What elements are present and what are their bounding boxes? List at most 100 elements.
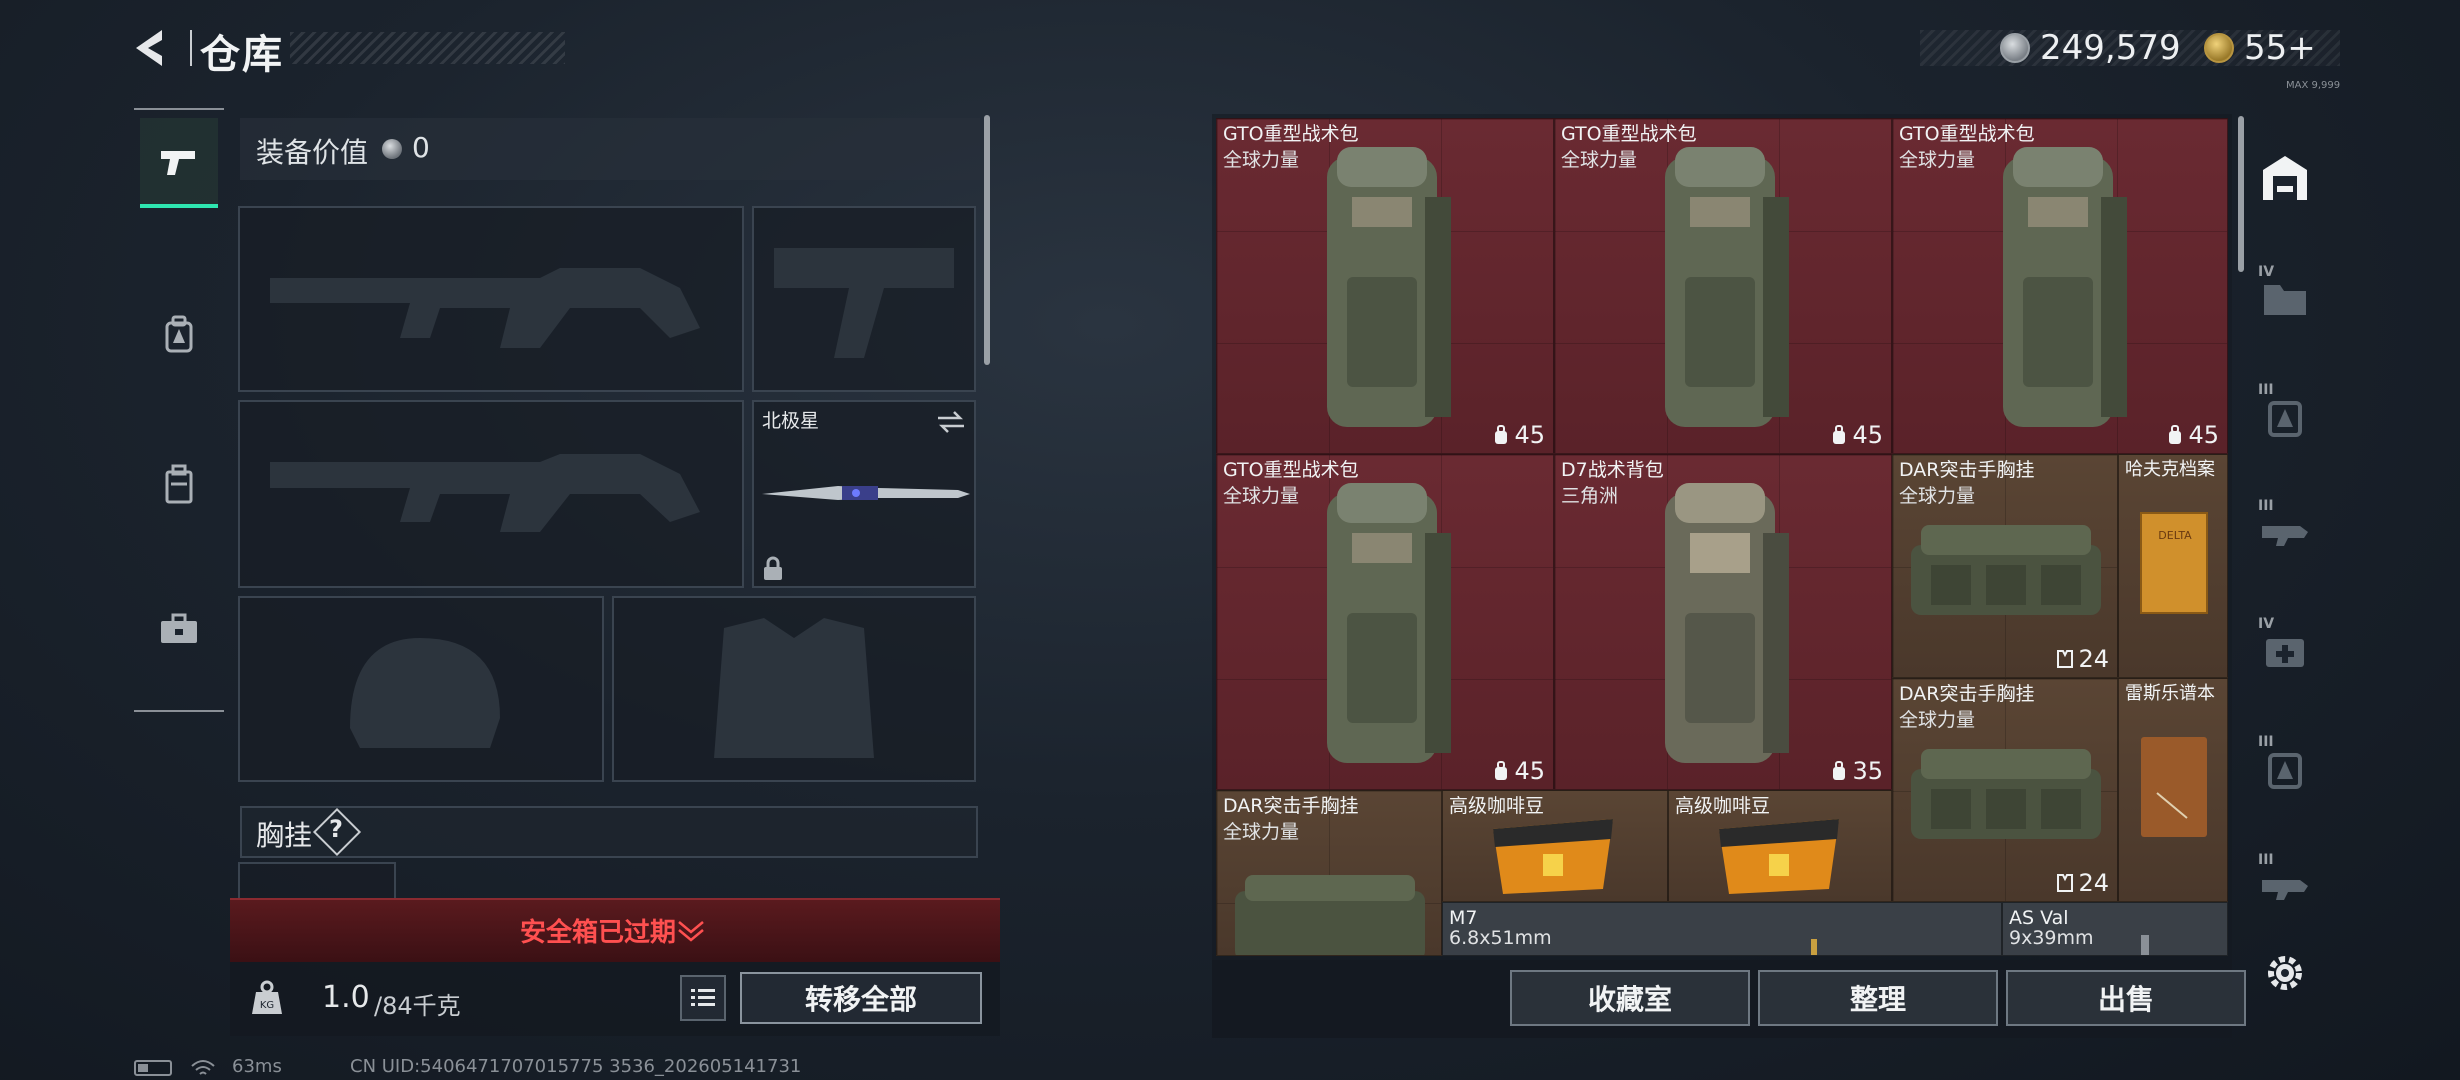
back-arrow-icon [136,30,162,66]
backpack-icon [1327,147,1451,427]
tab-tier-label: III [2258,852,2274,868]
warehouse-item[interactable]: GTO重型战术包 全球力量 45 [1554,118,1892,454]
weight-capacity: /84千克 [374,992,461,1020]
side-tab-tier3-backpack-2[interactable]: III [2250,718,2320,818]
item-name: GTO重型战术包 [1223,123,1359,145]
folder-icon [2264,285,2306,315]
organize-button[interactable]: 整理 [1758,970,1998,1026]
side-tab-tier3-weapon[interactable]: III [2250,482,2320,582]
battery-icon [134,1060,172,1076]
warehouse-grid[interactable]: GTO重型战术包 全球力量 45 GTO重型战术包 全球力量 45 GTO重型战… [1216,118,2228,956]
warehouse-item[interactable]: 高级咖啡豆 [1442,790,1668,902]
armor-slot[interactable] [612,596,976,782]
swap-icon[interactable] [936,410,966,434]
melee-name: 北极星 [762,410,820,432]
equipment-value: 0 [412,131,430,164]
nav-tab-backpack[interactable] [140,290,218,380]
side-tab-storage[interactable] [2250,128,2320,228]
vest-slot-icon [2057,650,2074,668]
warehouse-item[interactable]: GTO重型战术包 全球力量 45 [1216,118,1554,454]
item-tag: 全球力量 [1223,149,1300,171]
item-name: GTO重型战术包 [1561,123,1697,145]
nav-tab-toolbox[interactable] [140,584,218,674]
item-name: DAR突击手胸挂 [1899,683,2035,705]
warehouse-item[interactable]: M7 6.8x51mm [1442,902,2002,956]
chest-rig-label: 胸挂 [256,819,313,852]
backpack-icon [2268,753,2302,789]
ping-value: 63ms [232,1056,282,1077]
pistol-icon [161,151,195,175]
title-divider [190,30,192,66]
side-tab-tier4-medkit[interactable]: IV [2250,600,2320,700]
nav-tab-weapons[interactable] [140,118,218,208]
warehouse-item[interactable]: 雷斯乐谱本 [2118,678,2228,902]
currency-cap-note: MAX 9,999 [2286,80,2341,91]
side-tab-tier3-backpack[interactable]: III [2250,366,2320,466]
capacity-icon [2169,425,2182,444]
primary-weapon-slot[interactable] [238,206,744,392]
capacity-icon [1495,425,1508,444]
capacity-badge: 45 [2166,421,2219,449]
lock-icon [764,556,782,580]
ammo-icon [1811,939,1817,955]
warehouse-item[interactable]: DAR突击手胸挂 全球力量 24 [1892,454,2118,678]
collection-room-button[interactable]: 收藏室 [1510,970,1750,1026]
melee-slot[interactable]: 北极星 [752,400,976,588]
list-view-button[interactable] [680,975,726,1021]
item-tag: 6.8x51mm [1449,927,1552,949]
pistol-slot[interactable] [752,206,976,392]
warehouse-item[interactable]: GTO重型战术包 全球力量 45 [1892,118,2228,454]
vest-icon [165,464,193,504]
warehouse-item[interactable]: GTO重型战术包 全球力量 45 [1216,454,1554,790]
folder-document-icon: DELTA [2140,512,2208,614]
capacity-badge: 35 [1830,757,1883,785]
warehouse-scrollbar[interactable] [2238,116,2244,272]
silver-coin-icon [382,139,402,159]
equipment-value-label: 装备价值 [256,136,369,169]
secondary-weapon-slot[interactable] [238,400,744,588]
chevron-down-icon [678,921,704,942]
item-name: 高级咖啡豆 [1675,795,1771,817]
warehouse-item[interactable]: 哈夫克档案 DELTA [2118,454,2228,678]
warehouse-item[interactable]: DAR突击手胸挂 全球力量 24 [1892,678,2118,902]
wifi-icon [191,1060,215,1075]
chest-rig-slot[interactable] [238,862,396,902]
side-tab-tier4-docs[interactable]: IV [2250,248,2320,348]
title-decoration [290,32,565,64]
weapon-icon [2262,526,2308,546]
warehouse-item[interactable]: D7战术背包 三角洲 35 [1554,454,1892,790]
back-button[interactable] [128,24,176,72]
weight-icon: KG [252,980,282,1014]
page-title: 仓库 [200,32,284,78]
helmet-slot[interactable] [238,596,604,782]
tab-tier-label: IV [2258,264,2275,280]
nav-tab-vest[interactable] [140,440,218,530]
medkit-icon [2266,639,2304,667]
pistol-silhouette-icon [774,248,954,358]
user-uid: CN UID:5406471707015775 3536_20260514173… [350,1056,802,1077]
warehouse-item[interactable]: 高级咖啡豆 [1668,790,1892,902]
equipment-scrollbar[interactable] [984,115,990,365]
capacity-badge: 45 [1492,757,1545,785]
backpack-icon [1665,147,1789,427]
gold-currency-value[interactable]: 55+ [2244,28,2316,68]
warehouse-item[interactable]: DAR突击手胸挂 全球力量 [1216,790,1442,956]
warehouse-item[interactable]: AS Val 9x39mm [2002,902,2228,956]
capacity-icon [1495,761,1508,780]
knife-icon [762,486,970,500]
svg-text:DELTA: DELTA [2158,529,2192,542]
side-tab-tier3-weapon-2[interactable]: III [2250,836,2320,936]
transfer-all-button[interactable]: 转移全部 [740,972,982,1024]
sell-button[interactable]: 出售 [2006,970,2246,1026]
item-name: GTO重型战术包 [1223,459,1359,481]
silver-currency-value: 249,579 [2040,28,2181,68]
item-name: DAR突击手胸挂 [1223,795,1359,817]
chest-rig-icon [1911,525,2101,615]
list-icon [691,989,715,1006]
item-tag: 9x39mm [2009,927,2094,949]
backpack-icon [1665,483,1789,763]
storage-icon [2263,156,2307,200]
capacity-badge: 45 [1492,421,1545,449]
settings-gear-icon[interactable] [2262,950,2308,996]
rifle-silhouette-icon [270,454,700,532]
